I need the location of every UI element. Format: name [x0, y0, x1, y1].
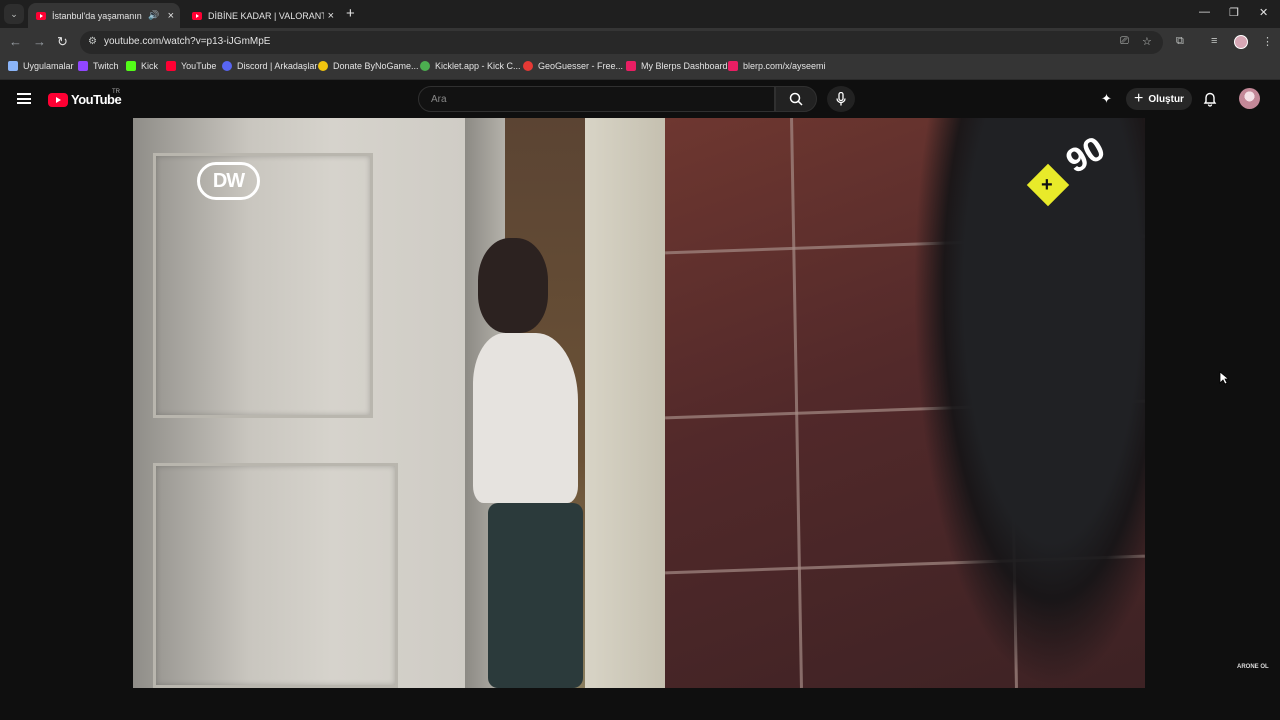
blerp-icon: [728, 61, 738, 71]
plus-icon: +: [1134, 90, 1144, 107]
youtube-icon: [166, 61, 176, 71]
hamburger-menu-icon[interactable]: [17, 93, 31, 104]
back-icon[interactable]: ←: [9, 34, 22, 49]
door-panel: [153, 463, 398, 688]
account-avatar[interactable]: [1239, 88, 1260, 109]
twitch-icon: [78, 61, 88, 71]
cast-icon[interactable]: ⎚: [1120, 35, 1129, 48]
child-shirt: [473, 333, 578, 503]
bookmark-bynogame[interactable]: Donate ByNoGame...: [318, 61, 419, 71]
tile-grout: [790, 118, 803, 688]
search-box: [418, 86, 775, 112]
bookmark-discord[interactable]: Discord | Arkadaşlar: [222, 61, 317, 71]
minimize-icon[interactable]: —: [1199, 6, 1210, 18]
apps-grid-icon: [8, 61, 18, 71]
search-button[interactable]: [775, 86, 817, 112]
microphone-icon: [836, 92, 846, 106]
child-pants: [488, 503, 583, 688]
close-window-icon[interactable]: ✕: [1259, 6, 1268, 19]
bookmark-label: GeoGuesser - Free...: [538, 61, 624, 71]
speaker-icon[interactable]: 🔊: [148, 10, 159, 21]
notifications-bell-icon[interactable]: [1203, 91, 1217, 107]
bookmark-label: Kicklet.app - Kick C...: [435, 61, 521, 71]
extensions-icon[interactable]: ⧉: [1176, 35, 1184, 48]
url-text: youtube.com/watch?v=p13-iJGmMpE: [104, 36, 271, 47]
close-tab-icon[interactable]: ×: [328, 10, 334, 22]
close-tab-icon[interactable]: ×: [168, 10, 174, 22]
corner-watermark-text: ARONE OL: [1237, 664, 1269, 670]
restore-icon[interactable]: ❐: [1229, 6, 1239, 19]
new-tab-button[interactable]: +: [346, 5, 355, 22]
bookmark-label: blerp.com/x/ayseemi: [743, 61, 826, 71]
video-door-scene: [133, 118, 465, 688]
dw-logo: DW: [197, 162, 260, 200]
tab-strip: ⌄ İstanbul'da yaşamanın bed 🔊 × DİBİNE K…: [0, 0, 1280, 28]
youtube-play-icon: [48, 92, 68, 107]
tab-search-button[interactable]: ⌄: [4, 4, 24, 24]
bookmark-geoguesser[interactable]: GeoGuesser - Free...: [523, 61, 623, 71]
tab-title: DİBİNE KADAR | VALORANT ED: [208, 10, 324, 21]
create-label: Oluştur: [1148, 93, 1184, 105]
search-icon: [789, 92, 803, 106]
bynogame-icon: [318, 61, 328, 71]
youtube-logo[interactable]: YouTube: [48, 92, 122, 107]
bookmark-kick[interactable]: Kick: [126, 61, 158, 71]
site-info-icon[interactable]: ⚙: [88, 36, 97, 47]
bookmark-blerps-dashboard[interactable]: My Blerps Dashboard: [626, 61, 728, 71]
menu-icon[interactable]: ⋮: [1262, 35, 1273, 48]
bookmark-star-icon[interactable]: ☆: [1142, 35, 1152, 48]
geoguesser-icon: [523, 61, 533, 71]
bookmark-kicklet[interactable]: Kicklet.app - Kick C...: [420, 61, 521, 71]
premium-gem-icon[interactable]: ✦: [1101, 91, 1112, 107]
bookmark-label: Discord | Arkadaşlar: [237, 61, 318, 71]
media-control-icon[interactable]: ≡: [1211, 35, 1217, 47]
bookmark-youtube[interactable]: YouTube: [166, 61, 216, 71]
bookmarks-bar: Uygulamalar Twitch Kick YouTube Discord …: [0, 56, 1280, 80]
region-code: TR: [112, 89, 120, 95]
bookmark-label: Donate ByNoGame...: [333, 61, 419, 71]
video-player[interactable]: DW + 90: [133, 118, 1145, 688]
voice-search-button[interactable]: [827, 86, 855, 112]
kick-icon: [126, 61, 136, 71]
bookmark-label: Kick: [141, 61, 159, 71]
profile-avatar[interactable]: [1234, 35, 1248, 49]
bookmark-label: My Blerps Dashboard: [641, 61, 728, 71]
plus90-logo: + 90: [1026, 129, 1112, 216]
tab-title: İstanbul'da yaşamanın bed: [52, 10, 144, 21]
plus90-plus: +: [1041, 174, 1053, 196]
youtube-header: YouTube TR ✦ + Oluştur: [0, 80, 1280, 118]
youtube-favicon-icon: [36, 11, 46, 20]
mouse-cursor-icon: [1219, 371, 1229, 385]
door-panel: [153, 153, 373, 418]
reload-icon[interactable]: ↻: [57, 34, 68, 50]
tab-istanbul[interactable]: İstanbul'da yaşamanın bed 🔊 ×: [28, 3, 180, 28]
discord-icon: [222, 61, 232, 71]
plus90-number: 90: [1059, 129, 1112, 181]
address-bar[interactable]: ⚙ youtube.com/watch?v=p13-iJGmMpE ⎚ ☆: [80, 31, 1163, 54]
child-head: [478, 238, 548, 333]
bookmark-twitch[interactable]: Twitch: [78, 61, 119, 71]
bookmark-label: YouTube: [181, 61, 217, 71]
door-frame: [585, 118, 665, 688]
kicklet-icon: [420, 61, 430, 71]
forward-icon[interactable]: →: [33, 34, 46, 49]
child-figure: [473, 238, 583, 688]
youtube-favicon-icon: [192, 11, 202, 20]
browser-toolbar: ← → ↻ ⚙ youtube.com/watch?v=p13-iJGmMpE …: [0, 28, 1280, 56]
bookmark-label: Twitch: [93, 61, 119, 71]
bookmark-apps[interactable]: Uygulamalar: [8, 61, 74, 71]
bookmark-label: Uygulamalar: [23, 61, 74, 71]
bookmark-blerp-ayseemi[interactable]: blerp.com/x/ayseemi: [728, 61, 826, 71]
search-input[interactable]: [429, 92, 759, 106]
tab-valorant[interactable]: DİBİNE KADAR | VALORANT ED ×: [184, 3, 340, 28]
create-button[interactable]: + Oluştur: [1126, 88, 1192, 110]
blerp-icon: [626, 61, 636, 71]
